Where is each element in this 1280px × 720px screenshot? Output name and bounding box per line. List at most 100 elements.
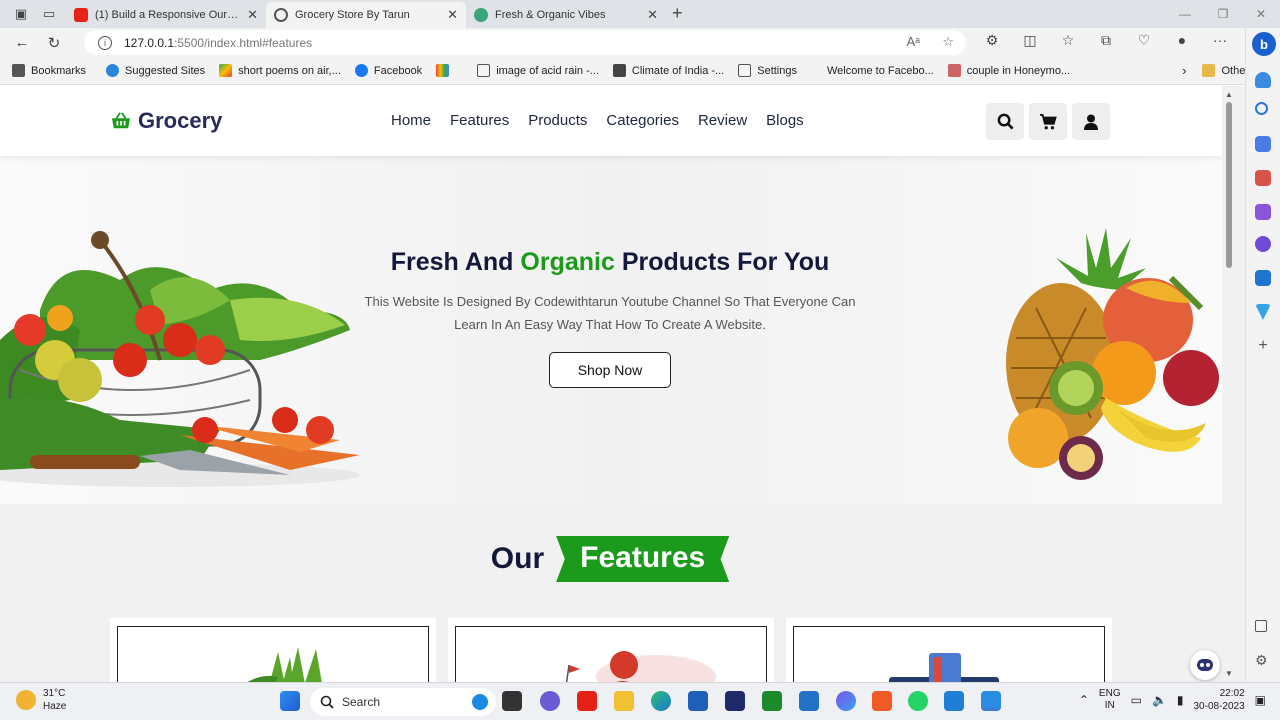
bing-copilot-icon[interactable]: b	[1252, 32, 1276, 56]
shopping-tag-icon[interactable]	[1255, 136, 1271, 152]
search-icon[interactable]	[1255, 102, 1268, 115]
folder-icon	[1202, 64, 1216, 77]
chevron-right-icon[interactable]: ›	[1182, 63, 1186, 78]
collections-icon[interactable]: ⧉	[1095, 32, 1117, 49]
new-tab-icon[interactable]: +	[672, 3, 683, 24]
bell-icon[interactable]	[1255, 72, 1271, 88]
favorites-icon[interactable]: ☆	[1057, 32, 1079, 49]
close-tab-icon[interactable]: ✕	[447, 7, 458, 23]
bookmark-item[interactable]	[436, 64, 455, 77]
network-icon[interactable]: ▭	[1131, 693, 1142, 707]
bookmark-item[interactable]: Settings	[738, 64, 797, 77]
weather-condition: Haze	[43, 701, 67, 712]
clock-time: 22:02	[1219, 688, 1245, 699]
teams-chat-icon[interactable]	[540, 691, 560, 711]
site-logo[interactable]: Grocery	[110, 108, 222, 134]
back-icon[interactable]: ←	[6, 34, 38, 51]
profile-icon[interactable]: ●	[1171, 32, 1193, 49]
nav-products[interactable]: Products	[528, 112, 587, 129]
search-button[interactable]	[986, 103, 1024, 140]
windows-taskbar: 31°C Haze Search ⌃ ENG IN ▭ 🔈 ▮ 22:02 30…	[0, 682, 1280, 720]
brave-browser-icon[interactable]	[872, 691, 892, 711]
snipping-tool-icon[interactable]	[981, 691, 1001, 711]
volume-icon[interactable]: 🔈	[1152, 693, 1167, 707]
whiteboard-icon[interactable]	[799, 691, 819, 711]
scroll-up-icon[interactable]: ▲	[1225, 90, 1233, 99]
microsoft-365-icon[interactable]	[1255, 236, 1271, 252]
scroll-down-icon[interactable]: ▼	[1225, 669, 1233, 678]
tab-youtube[interactable]: (1) Build a Responsive Our Featu ✕	[66, 2, 266, 28]
shopping-basket-icon	[112, 112, 130, 129]
youtube-icon	[74, 8, 88, 22]
bookmark-item[interactable]: short poems on air,...	[219, 64, 341, 77]
youtube-app-icon[interactable]	[577, 691, 597, 711]
minimize-icon[interactable]: —	[1166, 0, 1204, 28]
whatsapp-icon[interactable]	[908, 691, 928, 711]
nav-features[interactable]: Features	[450, 112, 509, 129]
favorite-star-icon[interactable]: ☆	[942, 34, 954, 50]
nav-review[interactable]: Review	[698, 112, 747, 129]
notifications-icon[interactable]: ▣	[1255, 693, 1266, 707]
scrollbar-thumb[interactable]	[1226, 102, 1232, 268]
tray-overflow-chevron-icon[interactable]: ⌃	[1079, 693, 1089, 707]
clock[interactable]: 22:02 30-08-2023	[1194, 687, 1245, 713]
sidebar-toggle-icon[interactable]	[1255, 620, 1267, 632]
task-view-icon[interactable]	[502, 691, 522, 711]
nav-home[interactable]: Home	[391, 112, 431, 129]
drop-icon[interactable]	[1255, 304, 1271, 320]
copilot-app-icon[interactable]	[836, 691, 856, 711]
vscode-icon[interactable]	[944, 691, 964, 711]
workspaces-icon[interactable]: ▣	[10, 3, 32, 25]
bookmark-item[interactable]: Welcome to Facebo...	[827, 65, 934, 77]
photoshop-app-icon[interactable]	[725, 691, 745, 711]
outlook-icon[interactable]	[1255, 270, 1271, 286]
tools-icon[interactable]	[1255, 170, 1271, 186]
cart-icon	[1040, 113, 1057, 129]
taskbar-search[interactable]: Search	[310, 688, 496, 716]
settings-gear-icon[interactable]: ⚙	[1255, 652, 1271, 668]
windows-start-icon[interactable]	[280, 691, 300, 711]
games-icon[interactable]	[1255, 204, 1271, 220]
read-aloud-icon[interactable]: Aᵃ	[906, 34, 920, 49]
hero-section: Fresh And Organic Products For You This …	[0, 156, 1222, 504]
feature-card-image	[117, 626, 429, 682]
chat-assistant-icon[interactable]	[1190, 650, 1220, 680]
battery-icon[interactable]: ▮	[1177, 693, 1184, 707]
bookmark-item[interactable]: Suggested Sites	[106, 64, 205, 77]
split-screen-icon[interactable]: ◫	[1019, 32, 1041, 49]
tab-grocery[interactable]: Grocery Store By Tarun ✕	[266, 2, 466, 28]
shop-now-button[interactable]: Shop Now	[549, 352, 671, 388]
tab-fresh-organic[interactable]: Fresh & Organic Vibes ✕	[466, 2, 666, 28]
file-explorer-icon[interactable]	[614, 691, 634, 711]
extensions-icon[interactable]: ⚙	[981, 32, 1003, 49]
bookmark-item[interactable]: Climate of India -...	[612, 64, 724, 77]
cart-button[interactable]	[1029, 103, 1067, 140]
bookmark-item[interactable]: couple in Honeymo...	[947, 64, 1070, 77]
bookmark-item[interactable]: Facebook	[354, 64, 422, 77]
nav-categories[interactable]: Categories	[606, 112, 679, 129]
weather-widget[interactable]: 31°C Haze	[16, 687, 66, 713]
edge-browser-icon[interactable]	[651, 691, 671, 711]
bookmark-item[interactable]: Bookmarks	[12, 64, 86, 77]
refresh-icon[interactable]: ↻	[38, 34, 70, 52]
tab-actions-icon[interactable]: ▭	[38, 3, 60, 25]
add-icon[interactable]: +	[1255, 338, 1271, 354]
nav-blogs[interactable]: Blogs	[766, 112, 804, 129]
page-icon	[738, 64, 752, 77]
xbox-icon[interactable]	[762, 691, 782, 711]
user-button[interactable]	[1072, 103, 1110, 140]
address-bar[interactable]: i 127.0.0.1:5500/index.html#features Aᵃ …	[84, 30, 966, 55]
language-indicator[interactable]: ENG IN	[1099, 688, 1121, 712]
tab-title: Grocery Store By Tarun	[295, 9, 410, 21]
info-icon[interactable]: i	[98, 35, 112, 50]
close-window-icon[interactable]: ✕	[1242, 0, 1280, 28]
microsoft-store-icon[interactable]	[688, 691, 708, 711]
close-tab-icon[interactable]: ✕	[247, 7, 258, 23]
page-scrollbar[interactable]: ▲ ▼	[1222, 86, 1245, 682]
close-tab-icon[interactable]: ✕	[647, 7, 658, 23]
header-actions	[986, 103, 1110, 140]
more-icon[interactable]: ···	[1209, 32, 1231, 49]
browser-essentials-icon[interactable]: ♡	[1133, 32, 1155, 49]
bookmark-item[interactable]: image of acid rain -...	[477, 64, 599, 77]
maximize-icon[interactable]: ❐	[1204, 0, 1242, 28]
